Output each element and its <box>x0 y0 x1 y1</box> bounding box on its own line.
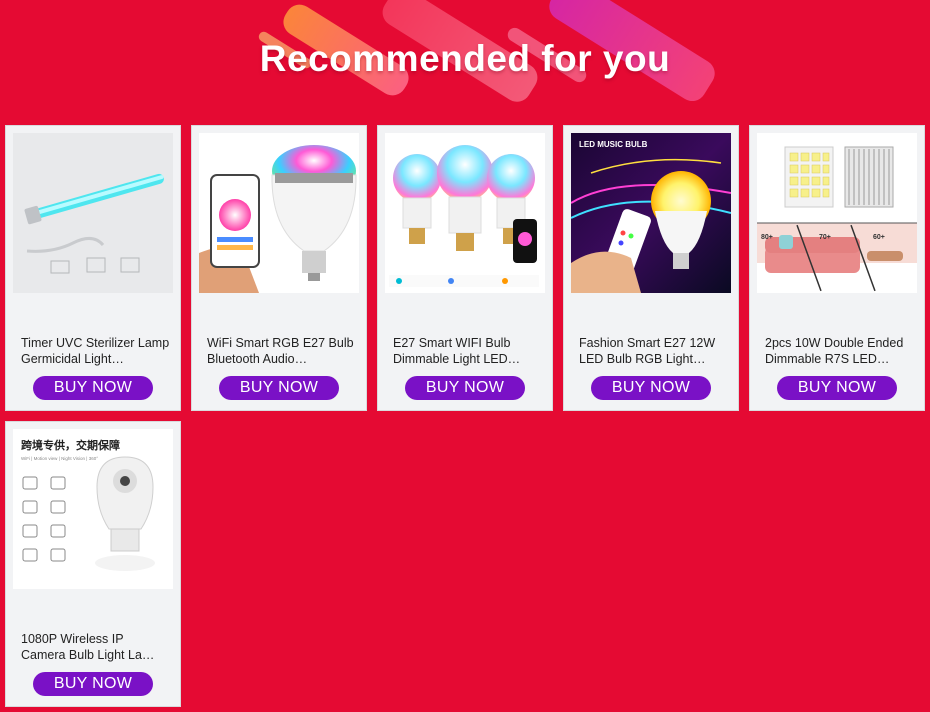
product-card[interactable]: 80+ 70+ 60+ 2pcs 10W Double Ended Dimmab… <box>749 125 925 411</box>
buy-now-button[interactable]: BUY NOW <box>591 376 711 400</box>
speaker-bulb-icon <box>199 133 359 293</box>
product-title[interactable]: 1080P Wireless IP Camera Bulb Light La… <box>21 632 171 663</box>
product-title[interactable]: Fashion Smart E27 12W LED Bulb RGB Light… <box>579 336 729 367</box>
uv-tube-lamp-icon <box>13 133 173 293</box>
product-card[interactable]: LED MUSIC BULB Fashion Smart E27 12W LED… <box>563 125 739 411</box>
product-image[interactable]: 80+ 70+ 60+ <box>757 133 917 293</box>
brightness-label: 70+ <box>819 234 831 241</box>
product-title[interactable]: E27 Smart WIFI Bulb Dimmable Light LED… <box>393 336 543 367</box>
product-card[interactable]: Timer UVC Sterilizer Lamp Germicidal Lig… <box>5 125 181 411</box>
r7s-led-icon: 80+ 70+ 60+ <box>757 133 917 293</box>
product-title[interactable]: 2pcs 10W Double Ended Dimmable R7S LED… <box>765 336 915 367</box>
music-bulb-icon: LED MUSIC BULB <box>571 133 731 293</box>
camera-bulb-icon: 跨境专供，交期保障 WiFi | Motion view | Night Vis… <box>13 429 173 589</box>
music-badge-text: LED MUSIC BULB <box>579 140 648 149</box>
product-image[interactable] <box>385 133 545 293</box>
three-bulbs-icon <box>385 133 545 293</box>
header-banner: Recommended for you <box>0 0 930 125</box>
buy-now-button[interactable]: BUY NOW <box>33 376 153 400</box>
product-image[interactable]: LED MUSIC BULB <box>571 133 731 293</box>
product-title[interactable]: Timer UVC Sterilizer Lamp Germicidal Lig… <box>21 336 171 367</box>
product-card[interactable]: WiFi Smart RGB E27 Bulb Bluetooth Audio…… <box>191 125 367 411</box>
product-image[interactable] <box>199 133 359 293</box>
camera-subheading-text: WiFi | Motion view | Night Vision | 360° <box>21 456 98 461</box>
product-image[interactable]: 跨境专供，交期保障 WiFi | Motion view | Night Vis… <box>13 429 173 589</box>
product-card[interactable]: E27 Smart WIFI Bulb Dimmable Light LED… … <box>377 125 553 411</box>
product-title[interactable]: WiFi Smart RGB E27 Bulb Bluetooth Audio… <box>207 336 357 367</box>
buy-now-button[interactable]: BUY NOW <box>33 672 153 696</box>
page-title: Recommended for you <box>259 38 671 79</box>
buy-now-button[interactable]: BUY NOW <box>405 376 525 400</box>
product-card[interactable]: 跨境专供，交期保障 WiFi | Motion view | Night Vis… <box>5 421 181 707</box>
buy-now-button[interactable]: BUY NOW <box>777 376 897 400</box>
buy-now-button[interactable]: BUY NOW <box>219 376 339 400</box>
camera-heading-text: 跨境专供，交期保障 <box>21 438 120 452</box>
brightness-label: 60+ <box>873 234 885 241</box>
product-image[interactable] <box>13 133 173 293</box>
brightness-label: 80+ <box>761 234 773 241</box>
